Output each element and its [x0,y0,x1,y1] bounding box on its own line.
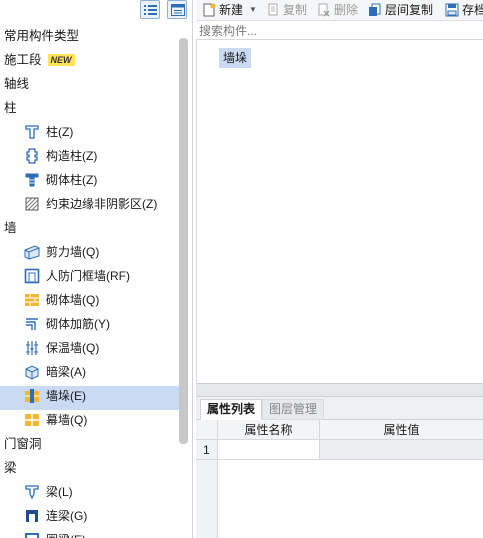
list-view-button[interactable] [140,0,160,19]
view-switcher [0,0,192,22]
tree-item-wall-pier[interactable]: 墙垛(E) [0,386,180,410]
wall-pier-icon [25,389,39,403]
item-label: 人防门框墙(RF) [46,269,130,283]
item-label: 墙垛(E) [46,389,86,403]
column-header-name[interactable]: 属性名称 [218,420,320,440]
search-input[interactable] [196,23,479,38]
hatched-zone-icon [25,197,39,211]
item-label: 暗梁(A) [46,365,86,379]
component-list: 墙垛 [196,40,483,384]
tree-item-masonry-rebar[interactable]: 砌体加筋(Y) [0,314,180,338]
column-header-value[interactable]: 属性值 [320,420,483,440]
component-search [196,23,483,40]
tree-category-axis[interactable]: 轴线 [0,74,180,98]
tree-item-constraint-zone[interactable]: 约束边缘非阴影区(Z) [0,194,180,218]
category-label: 梁 [4,461,17,475]
property-grid: 属性名称 属性值 1 [196,420,483,538]
coupling-beam-icon [26,510,38,522]
save-archive-icon [445,3,459,17]
row-number: 1 [196,440,218,460]
tree-item-masonry-wall[interactable]: 砌体墙(Q) [0,290,180,314]
hidden-beam-icon [25,365,39,380]
property-name-cell[interactable] [218,440,320,460]
component-type-panel: 常用构件类型 施工段 NEW 轴线 柱 柱(Z) 构造柱(Z) 砌体柱(Z) 约束… [0,0,193,538]
insulation-wall-icon [26,341,38,355]
category-label: 墙 [4,221,17,235]
dropdown-arrow-icon[interactable]: ▼ [249,2,257,18]
delete-label: 删除 [334,3,359,17]
tree-item-shear-wall[interactable]: 剪力墙(Q) [0,242,180,266]
beam-icon [25,485,39,500]
tree-category-door-window-opening[interactable]: 门窗洞 [0,434,180,458]
new-document-icon [203,3,216,17]
tree-category-wall[interactable]: 墙 [0,218,180,242]
floor-copy-label: 层间复制 [385,3,434,17]
tree-item-constructional-column[interactable]: 构造柱(Z) [0,146,180,170]
ring-beam-icon [25,533,39,538]
tree-item-column[interactable]: 柱(Z) [0,122,180,146]
shear-wall-icon [24,245,40,260]
item-label: 砌体柱(Z) [46,173,98,187]
item-label: 约束边缘非阴影区(Z) [46,197,158,211]
item-label: 圈梁(E) [46,530,86,538]
panel-splitter[interactable] [196,384,483,397]
masonry-wall-icon [25,294,39,306]
delete-icon [318,3,330,17]
category-label: 轴线 [4,77,30,91]
component-type-tree: 常用构件类型 施工段 NEW 轴线 柱 柱(Z) 构造柱(Z) 砌体柱(Z) 约束… [0,26,180,538]
masonry-column-icon [25,173,39,187]
tree-category-construction-stage[interactable]: 施工段 NEW [0,50,180,74]
item-label: 连梁(G) [46,509,88,523]
form-view-button[interactable] [167,0,187,19]
tree-item-beam[interactable]: 梁(L) [0,482,180,506]
save-archive-label: 存档 [462,3,483,17]
category-label: 柱 [4,101,17,115]
constructional-column-icon [26,148,38,164]
tree-item-hidden-beam[interactable]: 暗梁(A) [0,362,180,386]
item-label: 砌体墙(Q) [46,293,100,307]
property-value-cell[interactable] [320,440,483,460]
tree-item-ring-beam[interactable]: 圈梁(E) [0,530,180,538]
tree-item-masonry-column[interactable]: 砌体柱(Z) [0,170,180,194]
tab-layer-management[interactable]: 图层管理 [262,399,325,420]
tree-item-curtain-wall[interactable]: 幕墙(Q) [0,410,180,434]
item-label: 幕墙(Q) [46,413,88,427]
masonry-rebar-icon [26,318,38,330]
new-label: 新建 [219,3,244,17]
copy-label: 复制 [283,3,308,17]
tree-item-insulation-wall[interactable]: 保温墙(Q) [0,338,180,362]
component-list-item[interactable]: 墙垛 [219,48,252,68]
item-label: 保温墙(Q) [46,341,100,355]
component-toolbar: 新建 ▼ 复制 删除 层间复制 存档 [196,0,483,21]
tree-category-common[interactable]: 常用构件类型 [0,26,180,50]
item-label: 梁(L) [46,485,73,499]
category-label: 施工段 [4,53,42,67]
tree-item-coupling-beam[interactable]: 连梁(G) [0,506,180,530]
item-label: 砌体加筋(Y) [46,317,110,331]
copy-icon [268,3,278,16]
tree-scrollbar[interactable] [179,38,188,444]
floor-copy-icon [369,3,381,16]
tree-item-door-frame-wall[interactable]: 人防门框墙(RF) [0,266,180,290]
new-badge: NEW [47,54,75,66]
category-label: 门窗洞 [4,437,42,451]
tree-category-column[interactable]: 柱 [0,98,180,122]
tree-category-beam[interactable]: 梁 [0,458,180,482]
form-view-icon [171,4,185,16]
item-label: 剪力墙(Q) [46,245,100,259]
list-view-icon [144,5,157,15]
curtain-wall-icon [25,414,39,426]
tab-property-list[interactable]: 属性列表 [200,399,263,420]
item-label: 构造柱(Z) [46,149,98,163]
property-tabs: 属性列表 图层管理 [196,397,483,420]
door-frame-wall-icon [24,268,40,284]
grid-corner [196,420,218,440]
category-label: 常用构件类型 [4,29,80,43]
item-label: 柱(Z) [46,125,74,139]
column-icon [25,125,39,139]
